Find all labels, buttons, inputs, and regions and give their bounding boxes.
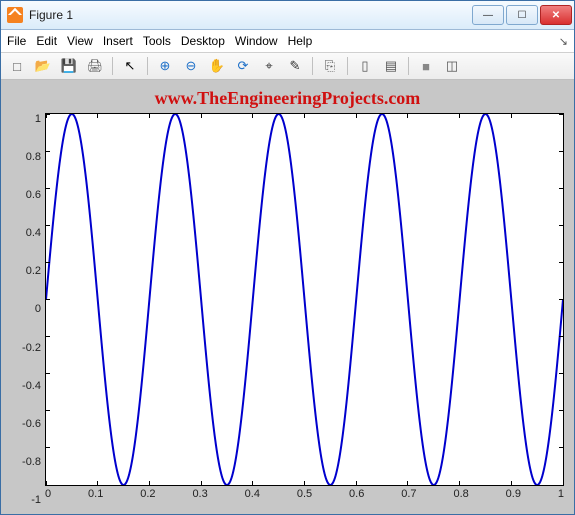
menu-insert[interactable]: Insert bbox=[103, 34, 133, 48]
menu-help[interactable]: Help bbox=[288, 34, 313, 48]
menu-edit[interactable]: Edit bbox=[36, 34, 57, 48]
y-tick: 0.6 bbox=[26, 189, 41, 201]
x-tick: 0.1 bbox=[88, 488, 103, 506]
menu-window[interactable]: Window bbox=[235, 34, 278, 48]
menu-desktop[interactable]: Desktop bbox=[181, 34, 225, 48]
y-tick: 1 bbox=[35, 113, 41, 125]
brush-icon[interactable]: ✎ bbox=[283, 54, 307, 78]
minimize-button[interactable]: — bbox=[472, 5, 504, 25]
axes-wrap: 1 0.8 0.6 0.4 0.2 0 -0.2 -0.4 -0.6 -0.8 -1 0 0.1 0.2… bbox=[11, 113, 564, 506]
undock-icon[interactable]: ↘ bbox=[559, 35, 568, 48]
maximize-button[interactable]: ☐ bbox=[506, 5, 538, 25]
x-tick: 0.9 bbox=[506, 488, 521, 506]
figure-window: Figure 1 — ☐ ✕ File Edit View Insert Too… bbox=[0, 0, 575, 515]
y-tick: 0 bbox=[35, 303, 41, 315]
zoom-in-icon[interactable]: ⊕ bbox=[153, 54, 177, 78]
line-series bbox=[46, 114, 563, 485]
x-tick: 0.7 bbox=[401, 488, 416, 506]
x-tick: 0.4 bbox=[245, 488, 260, 506]
toolbar: □📂💾🖨 ↖ ⊕⊖✋⟳⌖✎ ⎘ ▯▤ ■◫ bbox=[1, 53, 574, 80]
legend-icon[interactable]: ▤ bbox=[379, 54, 403, 78]
y-tick: -1 bbox=[31, 494, 41, 506]
print-icon[interactable]: 🖨 bbox=[83, 54, 107, 78]
close-button[interactable]: ✕ bbox=[540, 5, 572, 25]
y-tick: -0.4 bbox=[22, 380, 41, 392]
zoom-out-icon[interactable]: ⊖ bbox=[179, 54, 203, 78]
colorbar-icon[interactable]: ▯ bbox=[353, 54, 377, 78]
data-cursor-icon[interactable]: ⌖ bbox=[257, 54, 281, 78]
window-buttons: — ☐ ✕ bbox=[472, 5, 572, 25]
menu-tools[interactable]: Tools bbox=[143, 34, 171, 48]
save-icon[interactable]: 💾 bbox=[57, 54, 81, 78]
window-title: Figure 1 bbox=[29, 8, 466, 22]
x-tick-labels: 0 0.1 0.2 0.3 0.4 0.5 0.6 0.7 0.8 0.9 1 bbox=[45, 486, 564, 506]
x-tick: 0.3 bbox=[192, 488, 207, 506]
y-tick-labels: 1 0.8 0.6 0.4 0.2 0 -0.2 -0.4 -0.6 -0.8 -1 bbox=[11, 113, 45, 506]
y-tick: 0.4 bbox=[26, 227, 41, 239]
hide-tools-icon[interactable]: ■ bbox=[414, 54, 438, 78]
y-tick: 0.8 bbox=[26, 151, 41, 163]
figure-area: www.TheEngineeringProjects.com 1 0.8 0.6 0.… bbox=[1, 80, 574, 514]
menubar: File Edit View Insert Tools Desktop Wind… bbox=[1, 30, 574, 53]
x-tick: 0.6 bbox=[349, 488, 364, 506]
y-tick: -0.6 bbox=[22, 418, 41, 430]
chart-title: www.TheEngineeringProjects.com bbox=[11, 88, 564, 109]
menu-file[interactable]: File bbox=[7, 34, 26, 48]
pan-icon[interactable]: ✋ bbox=[205, 54, 229, 78]
axes[interactable] bbox=[45, 113, 564, 486]
new-icon[interactable]: □ bbox=[5, 54, 29, 78]
rotate-icon[interactable]: ⟳ bbox=[231, 54, 255, 78]
matlab-icon bbox=[7, 7, 23, 23]
y-tick: -0.8 bbox=[22, 456, 41, 468]
open-icon[interactable]: 📂 bbox=[31, 54, 55, 78]
x-tick: 0 bbox=[45, 488, 51, 506]
x-tick: 0.5 bbox=[297, 488, 312, 506]
menu-view[interactable]: View bbox=[67, 34, 93, 48]
pointer-icon[interactable]: ↖ bbox=[118, 54, 142, 78]
x-tick: 0.8 bbox=[453, 488, 468, 506]
x-tick: 1 bbox=[558, 488, 564, 506]
dock-icon[interactable]: ◫ bbox=[440, 54, 464, 78]
titlebar[interactable]: Figure 1 — ☐ ✕ bbox=[1, 1, 574, 30]
y-tick: -0.2 bbox=[22, 342, 41, 354]
y-tick: 0.2 bbox=[26, 265, 41, 277]
x-tick: 0.2 bbox=[140, 488, 155, 506]
link-icon[interactable]: ⎘ bbox=[318, 54, 342, 78]
